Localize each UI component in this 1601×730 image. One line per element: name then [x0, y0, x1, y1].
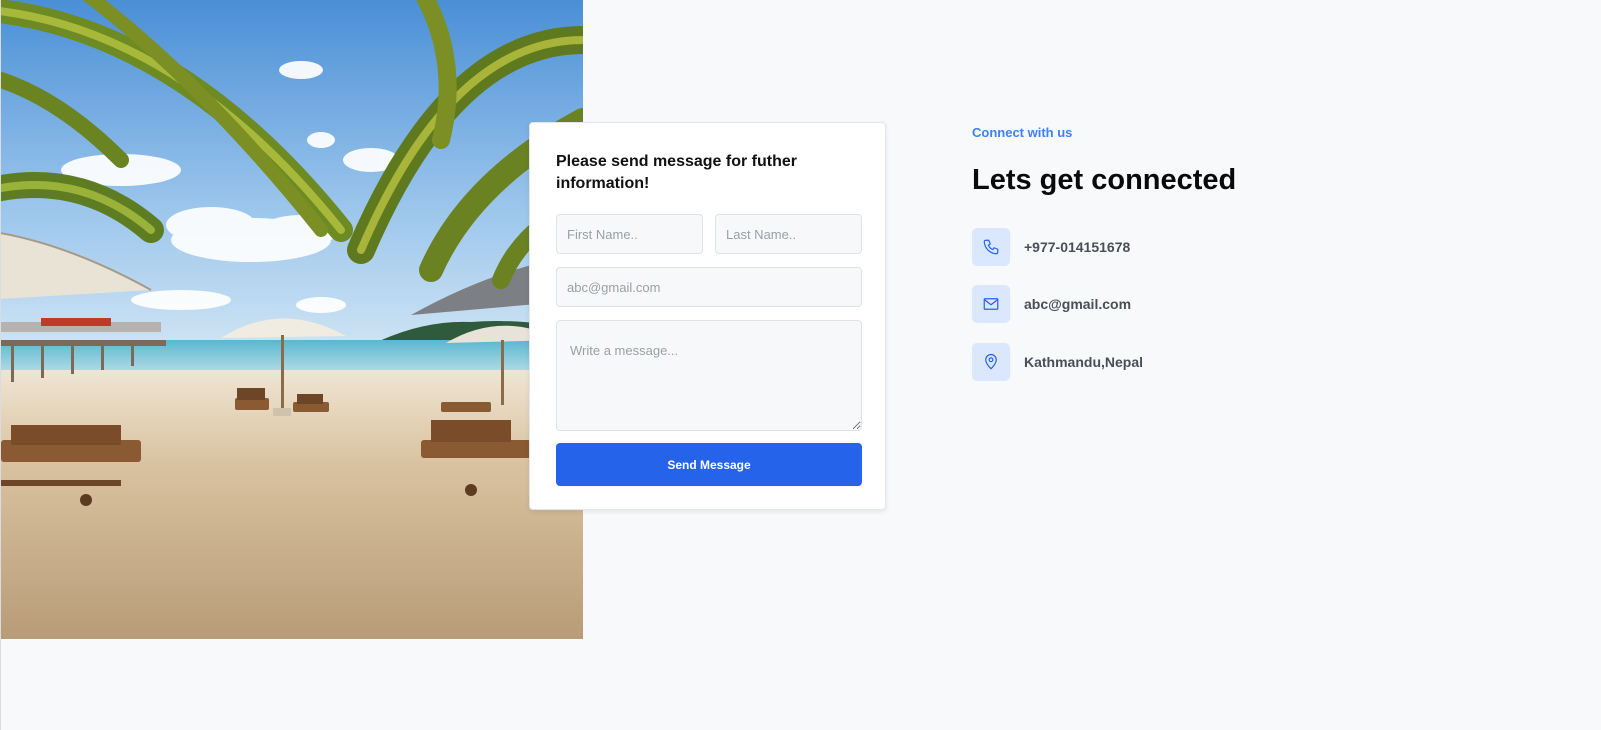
- location-text: Kathmandu,Nepal: [1024, 354, 1144, 370]
- contact-page: Please send message for futher informati…: [0, 0, 1601, 730]
- first-name-input[interactable]: [556, 214, 703, 254]
- phone-number: +977-014151678: [1024, 239, 1131, 255]
- send-message-button[interactable]: Send Message: [556, 443, 862, 486]
- location-pin-icon: [972, 343, 1010, 381]
- form-title: Please send message for futher informati…: [556, 153, 797, 192]
- email-address: abc@gmail.com: [1024, 296, 1132, 312]
- phone-icon: [972, 228, 1010, 266]
- contact-row-phone: +977-014151678: [972, 228, 1130, 266]
- connect-eyebrow: Connect with us: [972, 125, 1073, 140]
- contact-form-card: Please send message for futher informati…: [529, 122, 886, 510]
- page-heading: Lets get connected: [972, 164, 1237, 196]
- mail-icon: [972, 285, 1010, 323]
- last-name-input[interactable]: [715, 214, 862, 254]
- message-textarea[interactable]: [556, 320, 862, 431]
- contact-row-email: abc@gmail.com: [972, 285, 1131, 323]
- contact-row-location: Kathmandu,Nepal: [972, 343, 1143, 381]
- beach-hero-image: [1, 0, 583, 639]
- email-input[interactable]: [556, 267, 862, 307]
